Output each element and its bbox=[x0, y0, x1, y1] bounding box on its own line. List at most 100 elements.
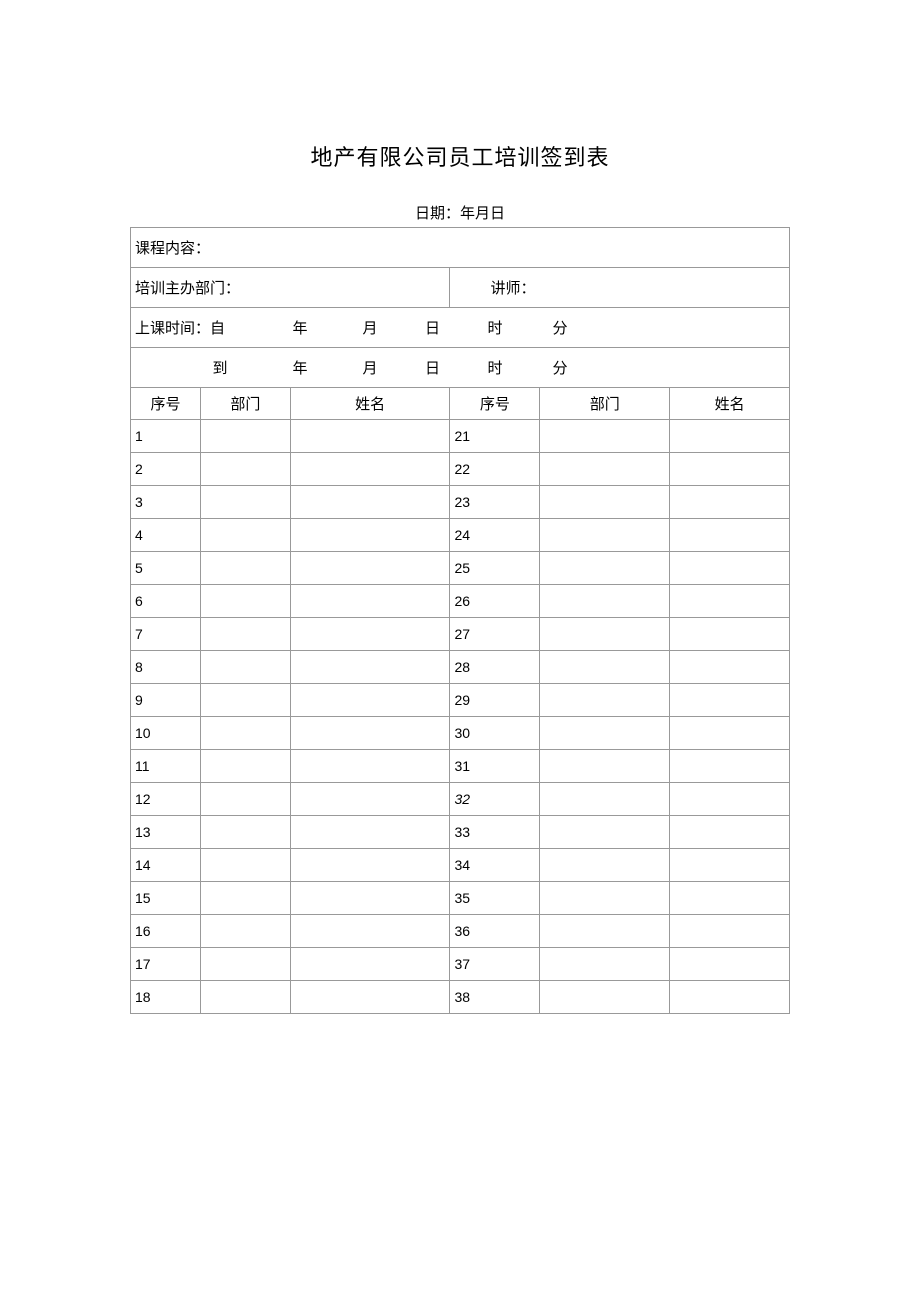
name-left bbox=[290, 849, 450, 882]
dept-left bbox=[200, 750, 290, 783]
dept-right bbox=[540, 486, 670, 519]
year-label-2: 年 bbox=[265, 357, 335, 378]
seq-right: 30 bbox=[450, 717, 540, 750]
name-right bbox=[670, 420, 790, 453]
table-row: 323 bbox=[131, 486, 790, 519]
dept-right bbox=[540, 420, 670, 453]
dept-left bbox=[200, 882, 290, 915]
dept-left bbox=[200, 915, 290, 948]
name-left bbox=[290, 519, 450, 552]
table-row: 121 bbox=[131, 420, 790, 453]
seq-left: 9 bbox=[131, 684, 201, 717]
dept-left bbox=[200, 618, 290, 651]
dept-right bbox=[540, 816, 670, 849]
name-left bbox=[290, 750, 450, 783]
name-right bbox=[670, 849, 790, 882]
name-left bbox=[290, 915, 450, 948]
seq-left: 3 bbox=[131, 486, 201, 519]
table-row: 828 bbox=[131, 651, 790, 684]
dept-left bbox=[200, 981, 290, 1014]
name-right bbox=[670, 717, 790, 750]
seq-right: 24 bbox=[450, 519, 540, 552]
table-row: 1737 bbox=[131, 948, 790, 981]
dept-left bbox=[200, 486, 290, 519]
seq-right: 22 bbox=[450, 453, 540, 486]
dept-left bbox=[200, 552, 290, 585]
dept-right bbox=[540, 684, 670, 717]
dept-right bbox=[540, 849, 670, 882]
name-right bbox=[670, 981, 790, 1014]
table-row: 1434 bbox=[131, 849, 790, 882]
table-row: 727 bbox=[131, 618, 790, 651]
dept-left bbox=[200, 783, 290, 816]
name-left bbox=[290, 717, 450, 750]
name-right bbox=[670, 783, 790, 816]
seq-left: 2 bbox=[131, 453, 201, 486]
host-dept-label: 培训主办部门： bbox=[135, 281, 240, 297]
seq-left: 11 bbox=[131, 750, 201, 783]
time-to-row: 到 年 月 日 时 分 bbox=[131, 348, 790, 388]
dept-left bbox=[200, 651, 290, 684]
seq-right: 21 bbox=[450, 420, 540, 453]
name-right bbox=[670, 684, 790, 717]
dept-left bbox=[200, 453, 290, 486]
course-content-label: 课程内容： bbox=[135, 241, 210, 257]
table-row: 4 24 bbox=[131, 519, 790, 552]
attendance-table: 课程内容： 培训主办部门： 讲师： 上课时间：自 年 月 日 时 分 bbox=[130, 227, 790, 1014]
table-row: 10 30 bbox=[131, 717, 790, 750]
dept-right bbox=[540, 750, 670, 783]
month-label: 月 bbox=[335, 317, 405, 338]
table-row: 525 bbox=[131, 552, 790, 585]
page-title: 地产有限公司员工培训签到表 bbox=[130, 140, 790, 172]
seq-left: 7 bbox=[131, 618, 201, 651]
dept-right bbox=[540, 651, 670, 684]
month-label-2: 月 bbox=[335, 357, 405, 378]
table-row: 626 bbox=[131, 585, 790, 618]
seq-left: 16 bbox=[131, 915, 201, 948]
seq-right: 29 bbox=[450, 684, 540, 717]
name-left bbox=[290, 882, 450, 915]
seq-left: 10 bbox=[131, 717, 201, 750]
name-left bbox=[290, 585, 450, 618]
seq-right: 32 bbox=[450, 783, 540, 816]
dept-left bbox=[200, 849, 290, 882]
hour-label: 时 bbox=[460, 317, 530, 338]
dept-left bbox=[200, 420, 290, 453]
dept-right bbox=[540, 453, 670, 486]
seq-right: 35 bbox=[450, 882, 540, 915]
name-left bbox=[290, 486, 450, 519]
dept-right bbox=[540, 783, 670, 816]
seq-right: 37 bbox=[450, 948, 540, 981]
name-left bbox=[290, 420, 450, 453]
day-label: 日 bbox=[405, 317, 460, 338]
table-row: 1535 bbox=[131, 882, 790, 915]
seq-right: 33 bbox=[450, 816, 540, 849]
seq-right: 31 bbox=[450, 750, 540, 783]
course-content-row: 课程内容： bbox=[131, 228, 790, 268]
table-row: 9 29 bbox=[131, 684, 790, 717]
to-label: 到 bbox=[135, 357, 265, 378]
minute-label: 分 bbox=[530, 317, 590, 338]
name-right bbox=[670, 750, 790, 783]
name-right bbox=[670, 486, 790, 519]
table-row: 1232 bbox=[131, 783, 790, 816]
name-right bbox=[670, 618, 790, 651]
seq-left: 14 bbox=[131, 849, 201, 882]
seq-left: 4 bbox=[131, 519, 201, 552]
header-name-right: 姓名 bbox=[670, 388, 790, 420]
name-right bbox=[670, 948, 790, 981]
seq-left: 15 bbox=[131, 882, 201, 915]
time-from-label: 上课时间：自 bbox=[135, 317, 265, 338]
name-left bbox=[290, 783, 450, 816]
seq-left: 18 bbox=[131, 981, 201, 1014]
name-left bbox=[290, 684, 450, 717]
dept-left bbox=[200, 519, 290, 552]
name-left bbox=[290, 651, 450, 684]
name-right bbox=[670, 915, 790, 948]
minute-label-2: 分 bbox=[530, 357, 590, 378]
date-line: 日期：年月日 bbox=[130, 202, 790, 223]
table-row: 11 31 bbox=[131, 750, 790, 783]
instructor-label: 讲师： bbox=[490, 281, 535, 297]
table-row: 1636 bbox=[131, 915, 790, 948]
name-right bbox=[670, 651, 790, 684]
